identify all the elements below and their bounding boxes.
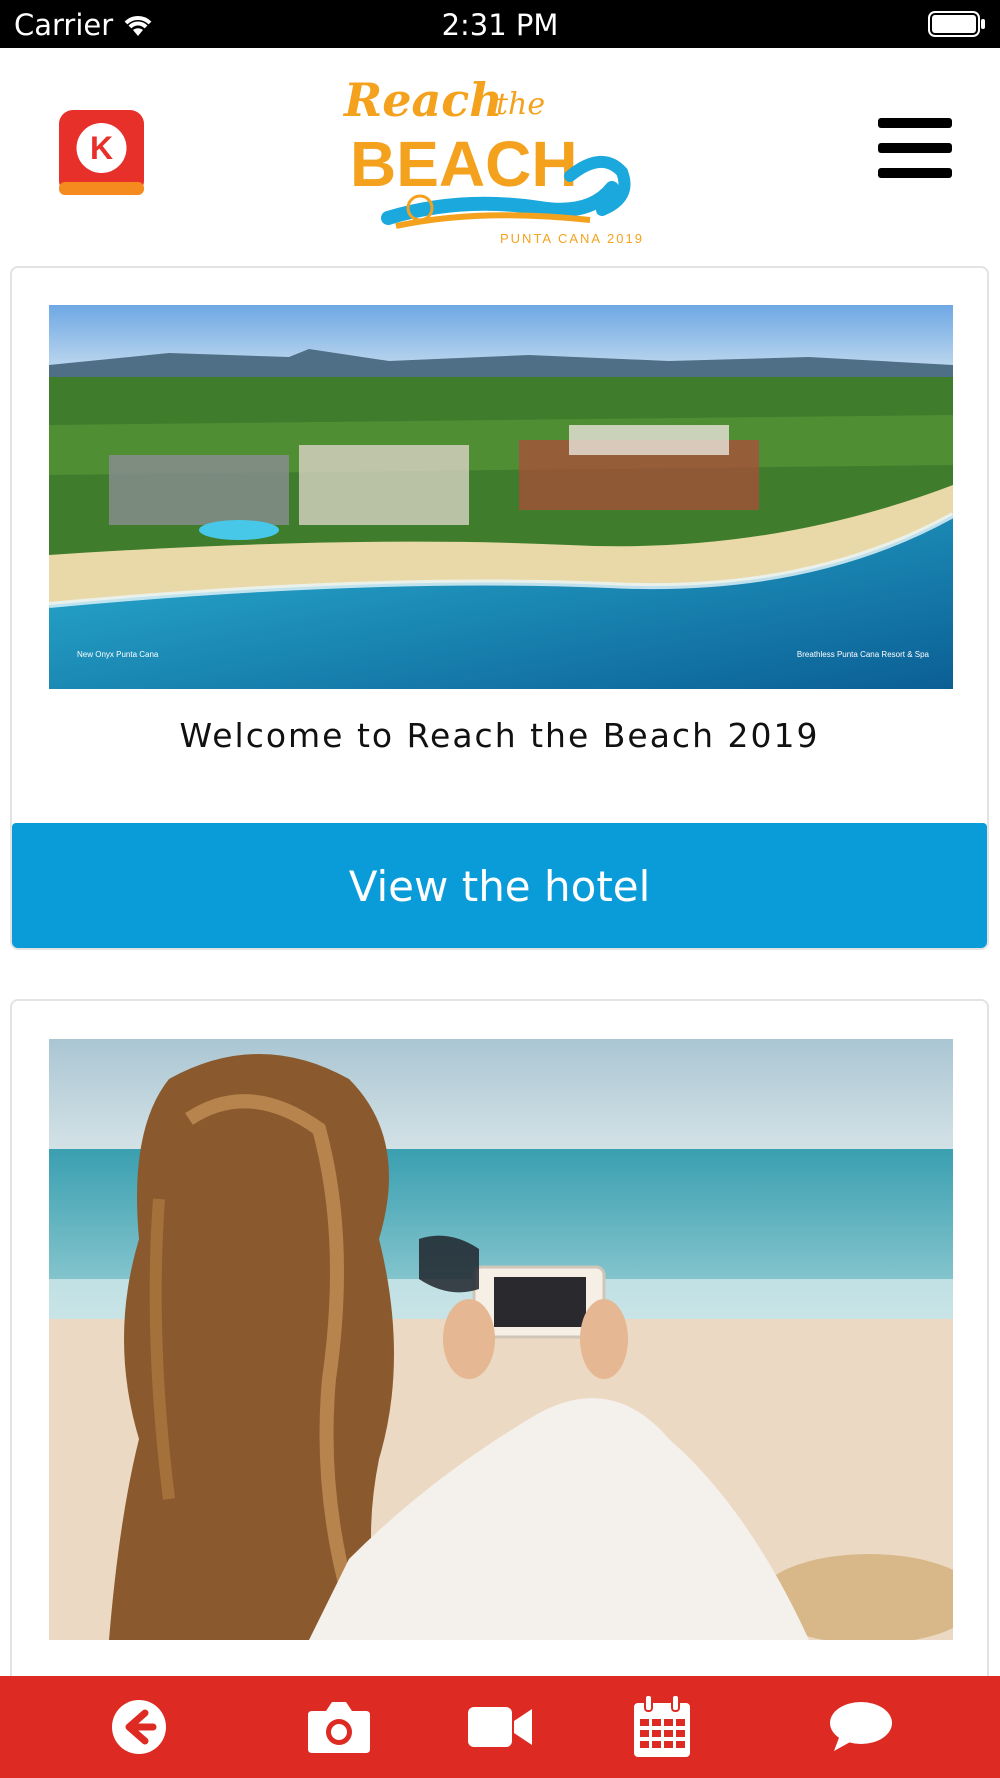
photo-card: [10, 999, 989, 1739]
svg-text:the: the: [496, 87, 545, 122]
back-arrow-icon[interactable]: [104, 1694, 174, 1760]
chat-bubble-icon[interactable]: [826, 1694, 896, 1760]
video-camera-icon[interactable]: [465, 1694, 535, 1760]
card-title: Welcome to Reach the Beach 2019: [179, 716, 820, 755]
k-logo-letter: K: [90, 130, 113, 166]
status-bar: Carrier 2:31 PM: [0, 0, 1000, 48]
svg-text:PUNTA CANA 2019: PUNTA CANA 2019: [500, 231, 644, 246]
welcome-card: New Onyx Punta Cana Breathless Punta Can…: [10, 266, 989, 950]
circle-k-logo[interactable]: K: [59, 110, 144, 195]
battery-icon: [928, 11, 985, 37]
image-caption-left: New Onyx Punta Cana: [77, 650, 159, 659]
image-caption-right: Breathless Punta Cana Resort & Spa: [797, 650, 930, 659]
app-header: K Reach the BEACH PUNTA CANA 2019: [0, 48, 1000, 258]
view-hotel-button[interactable]: View the hotel: [12, 823, 987, 948]
svg-text:BEACH: BEACH: [350, 128, 578, 200]
camera-icon[interactable]: [304, 1694, 374, 1760]
hamburger-menu-icon[interactable]: [878, 118, 952, 180]
woman-taking-phone-photo-on-beach[interactable]: [49, 1039, 953, 1640]
resort-aerial-photo[interactable]: New Onyx Punta Cana Breathless Punta Can…: [49, 305, 953, 689]
calendar-icon[interactable]: [627, 1694, 697, 1760]
reach-the-beach-logo: Reach the BEACH PUNTA CANA 2019: [342, 73, 644, 246]
bottom-tab-bar: [0, 1676, 1000, 1778]
svg-text:Reach: Reach: [342, 73, 503, 127]
status-time: 2:31 PM: [441, 8, 559, 42]
